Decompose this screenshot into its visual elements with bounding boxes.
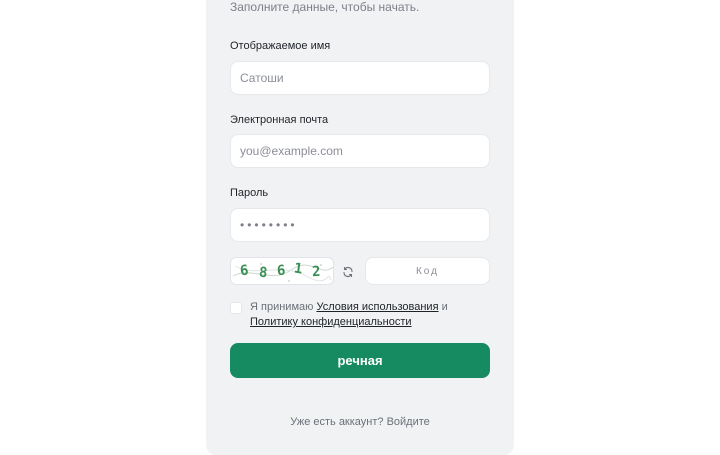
login-link[interactable]: Уже есть аккаунт? Войдите: [230, 416, 490, 428]
terms-text: Я принимаю Условия использования и Полит…: [250, 300, 495, 330]
captcha-digit: 6: [276, 262, 286, 280]
captcha-refresh-button[interactable]: [339, 263, 357, 281]
password-input[interactable]: [230, 208, 490, 242]
submit-button[interactable]: речная: [230, 343, 490, 378]
refresh-icon: [343, 266, 353, 278]
form-subtitle: Заполните данные, чтобы начать.: [230, 0, 420, 14]
password-label: Пароль: [230, 187, 269, 199]
display-name-input[interactable]: [230, 61, 490, 95]
captcha-digit: 6: [239, 262, 250, 280]
captcha-image: 6 8 6 1 2: [230, 257, 334, 285]
terms-checkbox[interactable]: [230, 302, 242, 314]
captcha-digit: 8: [258, 264, 269, 282]
terms-of-use-link[interactable]: Условия использования: [316, 301, 438, 313]
captcha-digit: 2: [311, 263, 321, 281]
terms-prefix: Я принимаю: [250, 301, 314, 313]
display-name-label: Отображаемое имя: [230, 40, 331, 52]
captcha-code-input[interactable]: [365, 257, 490, 285]
privacy-policy-link[interactable]: Политику конфиденциальности: [250, 316, 412, 328]
email-input[interactable]: [230, 134, 490, 168]
terms-conjunction: и: [441, 301, 448, 313]
login-prompt-text[interactable]: Уже есть аккаунт? Войдите: [290, 416, 430, 428]
email-label: Электронная почта: [230, 114, 329, 126]
